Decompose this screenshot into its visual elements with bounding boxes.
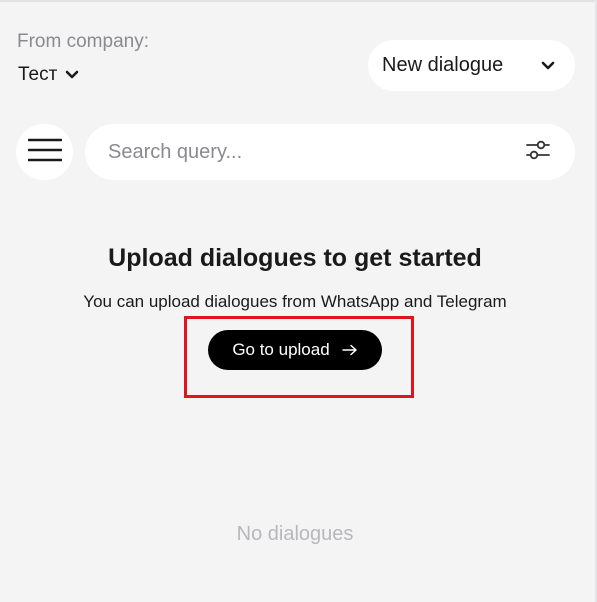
- arrow-right-icon: [341, 344, 358, 356]
- new-dialogue-label: New dialogue: [382, 54, 504, 76]
- filter-button[interactable]: [525, 139, 551, 166]
- no-dialogues-text: No dialogues: [236, 523, 354, 545]
- company-name: Тест: [18, 64, 58, 85]
- new-dialogue-button[interactable]: New dialogue: [368, 40, 575, 91]
- chevron-down-icon: [65, 70, 79, 80]
- top-divider: [0, 0, 597, 2]
- company-label: From company:: [17, 31, 149, 52]
- go-to-upload-label: Go to upload: [232, 340, 330, 359]
- search-input[interactable]: [106, 139, 525, 165]
- go-to-upload-button[interactable]: Go to upload: [208, 330, 382, 370]
- empty-state-title: Upload dialogues to get started: [108, 244, 482, 272]
- menu-button[interactable]: [16, 124, 73, 180]
- sliders-icon: [525, 139, 551, 166]
- search-bar[interactable]: [85, 124, 575, 180]
- empty-state-subtitle: You can upload dialogues from WhatsApp a…: [83, 292, 507, 311]
- hamburger-menu-icon: [27, 138, 62, 167]
- company-select[interactable]: Тест: [18, 64, 79, 86]
- chevron-down-icon: [541, 61, 555, 71]
